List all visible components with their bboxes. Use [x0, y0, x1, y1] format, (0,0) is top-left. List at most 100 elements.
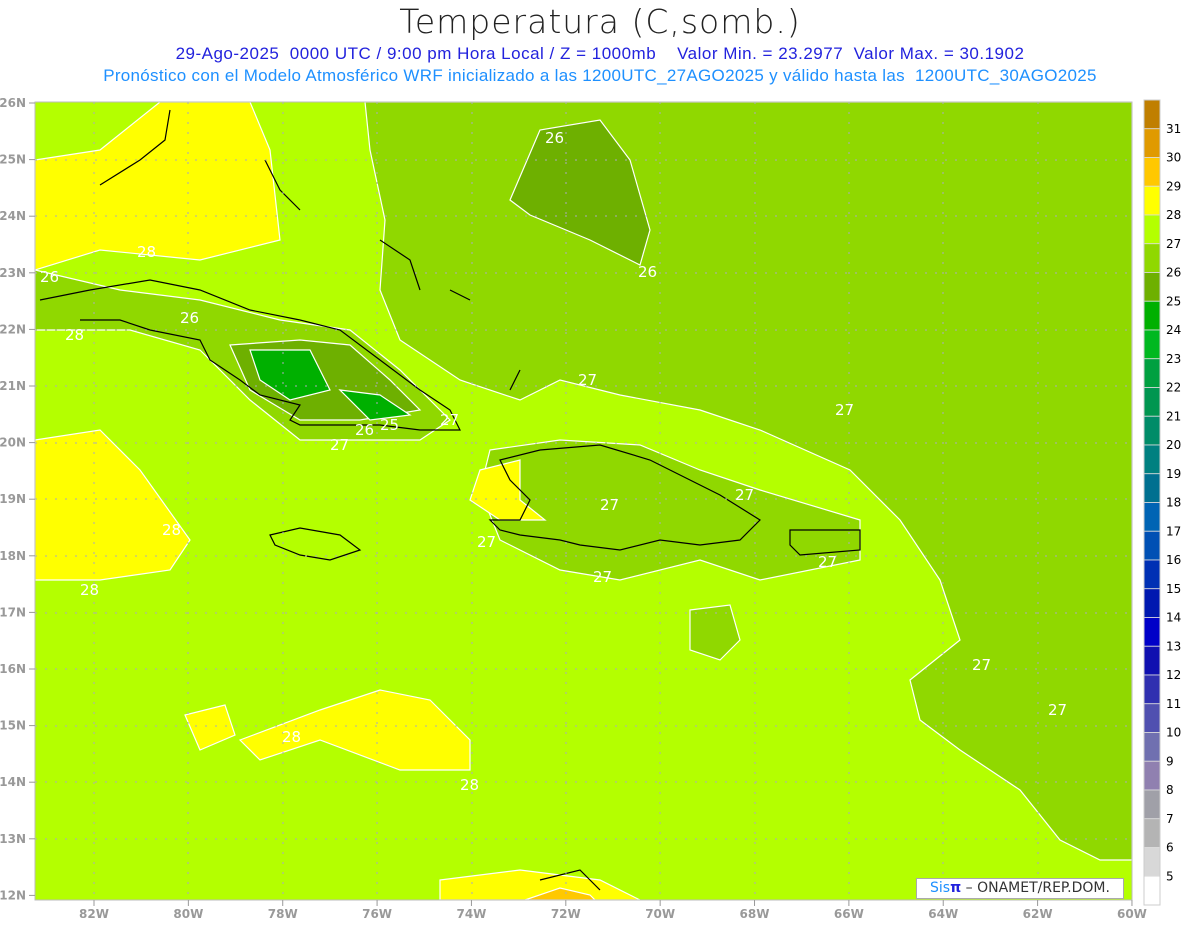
colorbar-label: 9	[1166, 754, 1174, 768]
lat-tick-label: 24N	[0, 209, 26, 223]
contour-label: 26	[355, 421, 374, 439]
credit-sis: Sis	[930, 880, 951, 896]
colorbar-swatch	[1143, 559, 1161, 590]
colorbar-label: 27	[1166, 237, 1181, 251]
contour-label: 28	[65, 326, 84, 344]
colorbar-label: 15	[1166, 582, 1181, 596]
colorbar-swatch	[1143, 99, 1161, 130]
lat-tick-label: 14N	[0, 775, 26, 789]
colorbar-label: 28	[1166, 208, 1181, 222]
contour-label: 27	[818, 553, 837, 571]
contour-label: 27	[735, 486, 754, 504]
colorbar-label: 14	[1166, 611, 1181, 625]
contour-label: 27	[835, 401, 854, 419]
colorbar-label: 7	[1166, 812, 1174, 826]
lat-tick-label: 21N	[0, 379, 26, 393]
colorbar-swatch	[1143, 243, 1161, 273]
lon-tick-label: 60W	[1117, 907, 1147, 921]
colorbar-swatch	[1143, 674, 1161, 705]
colorbar-swatch	[1143, 185, 1161, 216]
colorbar-swatch	[1143, 588, 1161, 618]
colorbar-swatch	[1143, 818, 1161, 848]
colorbar-label: 20	[1166, 438, 1181, 452]
colorbar-swatch	[1143, 732, 1161, 762]
colorbar-label: 30	[1166, 151, 1181, 165]
colorbar-label: 29	[1166, 179, 1181, 193]
model-info-subtitle: Pronóstico con el Modelo Atmosférico WRF…	[103, 66, 1097, 85]
lon-tick-label: 68W	[740, 907, 770, 921]
contour-label: 26	[40, 268, 59, 286]
colorbar-label: 13	[1166, 639, 1181, 653]
contour-label: 28	[137, 243, 156, 261]
valid-time-subtitle: 29-Ago-2025 0000 UTC / 9:00 pm Hora Loca…	[175, 44, 1025, 63]
colorbar-swatch	[1143, 875, 1161, 906]
lat-tick-label: 22N	[0, 322, 26, 336]
colorbar-label: 17	[1166, 524, 1181, 538]
contour-label: 27	[593, 568, 612, 586]
contour-label: 27	[972, 656, 991, 674]
credit-text: – ONAMET/REP.DOM.	[961, 880, 1110, 896]
lon-tick-label: 80W	[173, 907, 203, 921]
credit-box: Sisπ – ONAMET/REP.DOM.	[916, 878, 1124, 899]
lat-tick-label: 12N	[0, 888, 26, 902]
colorbar-swatch	[1143, 358, 1161, 388]
lon-tick-label: 62W	[1023, 907, 1053, 921]
credit-pi: π	[950, 880, 962, 896]
colorbar-label: 16	[1166, 553, 1181, 567]
colorbar-swatch	[1143, 703, 1161, 733]
lon-tick-label: 70W	[645, 907, 675, 921]
longitude-axis: 82W 80W 78W 76W 74W 72W 70W 68W 66W 64W 62W 60W	[79, 900, 1147, 921]
lon-tick-label: 72W	[551, 907, 581, 921]
colorbar-swatch	[1143, 789, 1161, 820]
colorbar-swatch	[1143, 760, 1161, 791]
colorbar-label: 10	[1166, 726, 1181, 740]
lat-tick-label: 15N	[0, 719, 26, 733]
colorbar-label: 18	[1166, 496, 1181, 510]
lon-tick-label: 82W	[79, 907, 109, 921]
contour-label: 28	[460, 776, 479, 794]
colorbar-swatch	[1143, 214, 1161, 245]
colorbar-swatch	[1143, 530, 1161, 561]
colorbar-label: 24	[1166, 323, 1181, 337]
colorbar-label: 12	[1166, 668, 1181, 682]
colorbar-label: 23	[1166, 352, 1181, 366]
map-title: Temperatura (C,somb.)	[399, 2, 801, 41]
lon-tick-label: 66W	[834, 907, 864, 921]
latitude-axis: 26N 25N 24N 23N 22N 21N 20N 19N 18N 17N 16N 15N 14N 1…	[0, 96, 35, 902]
colorbar-label: 8	[1166, 783, 1174, 797]
lon-tick-label: 64W	[928, 907, 958, 921]
contour-label: 26	[638, 263, 657, 281]
colorbar-swatch	[1143, 415, 1161, 446]
colorbar-label: 22	[1166, 381, 1181, 395]
colorbar-swatch	[1143, 444, 1161, 475]
contour-label: 27	[1048, 701, 1067, 719]
colorbar-label: 6	[1166, 841, 1174, 855]
colorbar-label: 31	[1166, 122, 1181, 136]
colorbar-swatch	[1143, 617, 1161, 647]
colorbar-label: 21	[1166, 409, 1181, 423]
contour-label: 26	[545, 129, 564, 147]
contour-label: 27	[477, 533, 496, 551]
colorbar: 31 30 29 28 27 26 25 24 23 22 21 20 19 18 17 16 15 14 13 12…	[1143, 99, 1181, 906]
colorbar-swatch	[1143, 300, 1161, 331]
lon-tick-label: 78W	[268, 907, 298, 921]
lon-tick-label: 74W	[456, 907, 486, 921]
colorbar-swatch	[1143, 329, 1161, 360]
contour-label: 27	[440, 411, 459, 429]
colorbar-label: 26	[1166, 266, 1181, 280]
lon-tick-label: 76W	[362, 907, 392, 921]
lat-tick-label: 19N	[0, 492, 26, 506]
lat-tick-label: 16N	[0, 662, 26, 676]
lat-tick-label: 18N	[0, 549, 26, 563]
colorbar-swatch	[1143, 847, 1161, 877]
colorbar-swatch	[1143, 387, 1161, 417]
lat-tick-label: 23N	[0, 266, 26, 280]
contour-label: 27	[578, 371, 597, 389]
contour-label: 28	[80, 581, 99, 599]
lat-tick-label: 13N	[0, 832, 26, 846]
colorbar-label: 25	[1166, 294, 1181, 308]
lat-tick-label: 25N	[0, 153, 26, 167]
colorbar-swatch	[1143, 157, 1161, 187]
colorbar-swatch	[1143, 272, 1161, 302]
lat-tick-label: 17N	[0, 605, 26, 619]
